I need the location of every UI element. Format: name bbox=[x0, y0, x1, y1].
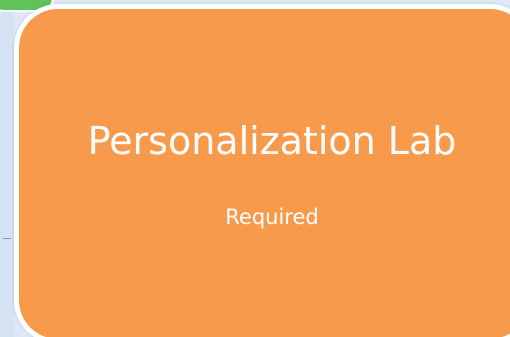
side-panel bbox=[0, 0, 14, 337]
card-status: Required bbox=[225, 205, 319, 229]
personalization-lab-card[interactable]: Personalization Lab Required bbox=[14, 4, 510, 337]
divider-mark bbox=[3, 238, 11, 239]
card-title: Personalization Lab bbox=[87, 119, 457, 163]
